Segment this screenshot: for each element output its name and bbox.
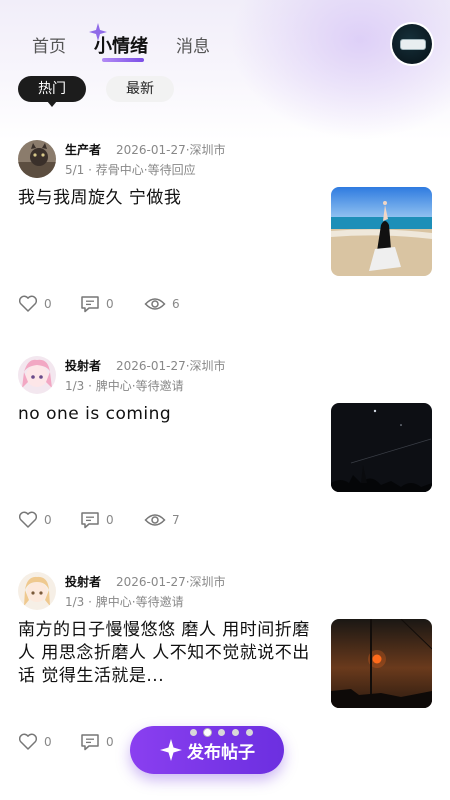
post-image-night-sky[interactable] [331, 403, 432, 492]
comment-button[interactable]: 0 [80, 294, 114, 314]
heart-icon [18, 295, 38, 312]
view-count: 6 [172, 297, 180, 311]
post-profile-tag: 1/3 · 脾中心·等待邀请 [65, 595, 184, 609]
comment-button[interactable]: 0 [80, 510, 114, 530]
filter-hot-button[interactable]: 热门 [18, 76, 86, 107]
filter-latest-button[interactable]: 最新 [106, 76, 174, 102]
heart-icon [18, 511, 38, 528]
comment-icon [81, 734, 99, 751]
like-button[interactable]: 0 [18, 732, 52, 752]
page-dot-active [204, 729, 211, 736]
like-count: 0 [44, 297, 52, 311]
eye-icon [144, 514, 166, 526]
heart-icon [18, 733, 38, 750]
page-dot [246, 729, 253, 736]
like-count: 0 [44, 735, 52, 749]
post-author[interactable]: 生产者 [65, 141, 101, 158]
page-dot [190, 729, 197, 736]
active-tab-indicator [102, 58, 144, 62]
post-author[interactable]: 投射者 [65, 573, 101, 590]
page-dot [218, 729, 225, 736]
author-avatar[interactable] [18, 140, 56, 178]
post-text[interactable]: no one is coming [18, 403, 318, 426]
like-count: 0 [44, 513, 52, 527]
author-avatar[interactable] [18, 356, 56, 394]
post-card[interactable]: 投射者 2026-01-27·深圳市 1/3 · 脾中心·等待邀请 no one… [0, 356, 450, 536]
like-button[interactable]: 0 [18, 510, 52, 530]
post-image-beach[interactable] [331, 187, 432, 276]
comment-count: 0 [106, 513, 114, 527]
view-stat: 6 [144, 294, 180, 314]
view-stat: 7 [144, 510, 180, 530]
post-date-location: 2026-01-27·深圳市 [116, 575, 226, 589]
comment-icon [81, 296, 99, 313]
post-image-sunset[interactable] [331, 619, 432, 708]
page-dot [232, 729, 239, 736]
sparkle-icon [160, 739, 182, 761]
tab-messages[interactable]: 消息 [176, 32, 210, 57]
publish-post-label: 发布帖子 [187, 742, 255, 763]
post-stats: 0 0 7 [18, 510, 278, 530]
post-author[interactable]: 投射者 [65, 357, 101, 374]
post-stats: 0 0 6 [18, 294, 278, 314]
comment-icon [81, 512, 99, 529]
post-profile-tag: 1/3 · 脾中心·等待邀请 [65, 379, 184, 393]
author-avatar[interactable] [18, 572, 56, 610]
post-text[interactable]: 南方的日子慢慢悠悠 磨人 用时间折磨人 用思念折磨人 人不知不觉就说不出话 觉得… [18, 619, 318, 688]
post-date-location: 2026-01-27·深圳市 [116, 359, 226, 373]
like-button[interactable]: 0 [18, 294, 52, 314]
comment-count: 0 [106, 297, 114, 311]
post-profile-tag: 5/1 · 荐骨中心·等待回应 [65, 163, 196, 177]
tab-mood[interactable]: 小情绪 [94, 32, 148, 58]
post-text[interactable]: 我与我周旋久 宁做我 [18, 187, 318, 210]
comment-button[interactable]: 0 [80, 732, 114, 752]
eye-icon [144, 298, 166, 310]
user-avatar[interactable] [392, 24, 432, 64]
page-indicator [190, 729, 260, 737]
comment-count: 0 [106, 735, 114, 749]
post-date-location: 2026-01-27·深圳市 [116, 143, 226, 157]
post-card[interactable]: 生产者 2026-01-27·深圳市 5/1 · 荐骨中心·等待回应 我与我周旋… [0, 140, 450, 320]
view-count: 7 [172, 513, 180, 527]
tab-home[interactable]: 首页 [32, 32, 66, 57]
